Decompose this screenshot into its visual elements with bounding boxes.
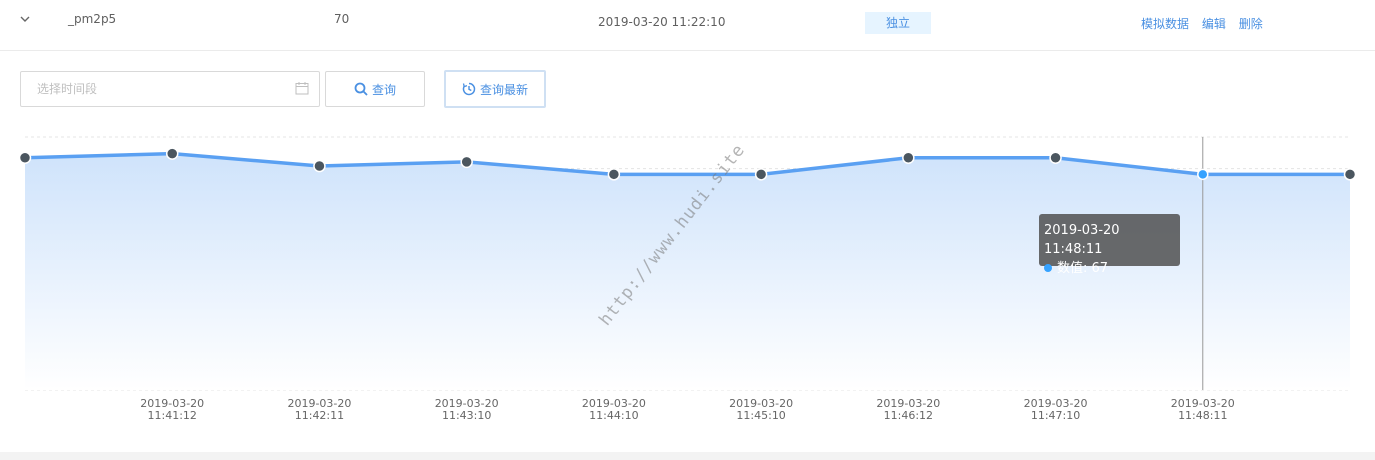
data-point: [18, 151, 32, 164]
data-point: [1049, 151, 1062, 164]
x-tick-label: 2019-03-20 11:48:11: [1171, 397, 1235, 422]
query-latest-label: 查询最新: [479, 82, 528, 97]
query-button[interactable]: 查询: [325, 71, 425, 107]
bottom-divider: [0, 452, 1375, 460]
data-point: [754, 168, 768, 181]
tooltip-series-label: 数值: [1057, 261, 1084, 276]
row-actions: 模拟数据 编辑 删除: [1141, 15, 1272, 32]
data-point: [165, 147, 179, 160]
row-value: 70: [334, 12, 350, 26]
x-tick-label: 2019-03-20 11:44:10: [582, 397, 646, 422]
delete-link[interactable]: 删除: [1239, 17, 1263, 31]
search-icon: [354, 82, 368, 96]
x-tick-label: 2019-03-20 11:46:12: [876, 397, 940, 422]
query-button-label: 查询: [371, 82, 396, 97]
chart-area: 2019-03-20 11:41:12 2019-03-20 11:42:11 2019…: [0, 120, 1375, 440]
chevron-down-icon[interactable]: [18, 12, 32, 26]
row-name: _pm2p5: [68, 12, 117, 26]
date-range-input[interactable]: [35, 81, 289, 97]
data-point: [902, 151, 915, 164]
data-point: [313, 159, 326, 173]
series-dot: [1044, 264, 1052, 272]
query-latest-button[interactable]: 查询最新: [444, 70, 546, 108]
data-point: [1343, 168, 1357, 181]
x-tick-label: 2019-03-20 11:43:10: [435, 397, 499, 422]
date-range-picker[interactable]: [20, 71, 320, 107]
x-tick-label: 2019-03-20 11:42:11: [287, 397, 351, 422]
chart-tooltip: 2019-03-20 11:48:11 数值: 67: [1039, 214, 1180, 276]
toolbar: 查询 查询最新: [0, 70, 700, 110]
tooltip-value: 67: [1091, 261, 1109, 276]
clock-refresh-icon: [462, 82, 476, 96]
data-point-highlighted: [1197, 168, 1209, 181]
x-tick-label: 2019-03-20 11:45:10: [729, 397, 793, 422]
x-tick-label: 2019-03-20 11:47:10: [1024, 397, 1088, 422]
calendar-icon: [295, 82, 309, 95]
tooltip-title: 2019-03-20 11:48:11: [1044, 223, 1120, 257]
data-row: _pm2p5 70 2019-03-20 11:22:10 独立 模拟数据 编辑…: [0, 0, 1375, 51]
line-chart: 2019-03-20 11:41:12 2019-03-20 11:42:11 2019…: [18, 136, 1357, 422]
data-point: [607, 168, 621, 181]
simulate-data-link[interactable]: 模拟数据: [1141, 17, 1189, 31]
row-time: 2019-03-20 11:22:10: [598, 15, 726, 29]
tooltip-value-row: 数值: 67: [1044, 259, 1175, 278]
edit-link[interactable]: 编辑: [1202, 17, 1226, 31]
status-badge: 独立: [865, 12, 931, 34]
x-tick-label: 2019-03-20 11:41:12: [140, 397, 204, 422]
data-point: [460, 155, 473, 169]
